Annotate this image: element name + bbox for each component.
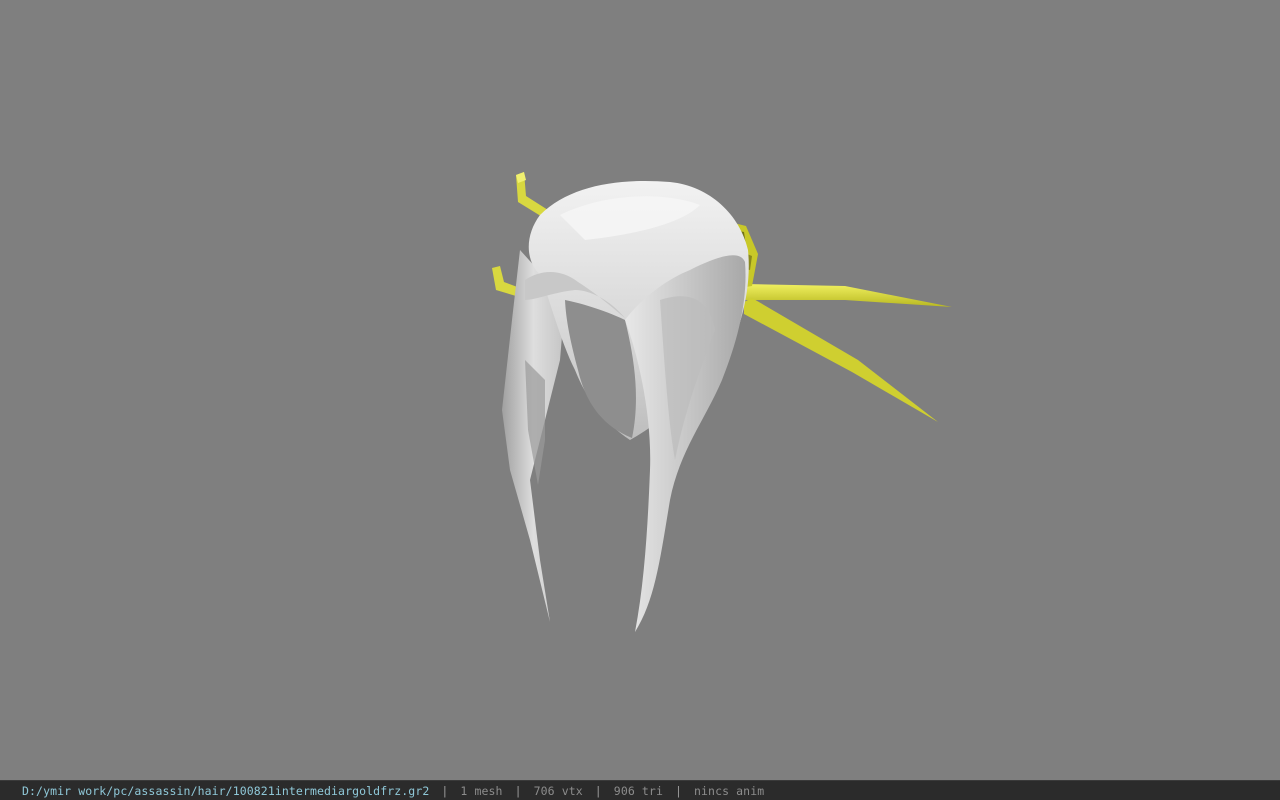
mesh-count: 1 mesh xyxy=(460,783,503,798)
hair-mesh xyxy=(502,180,749,632)
status-separator: | xyxy=(514,783,522,798)
status-separator: | xyxy=(674,783,682,798)
triangle-count: 906 tri xyxy=(613,783,663,798)
hairpin-right xyxy=(730,222,952,422)
hair-model-render xyxy=(492,172,952,632)
animation-status: nincs anim xyxy=(694,783,765,798)
vertex-count: 706 vtx xyxy=(533,783,583,798)
hairpin-upper xyxy=(516,172,548,218)
3d-viewport[interactable] xyxy=(0,0,1280,780)
status-separator: | xyxy=(441,783,449,798)
file-path: D:/ymir work/pc/assassin/hair/100821inte… xyxy=(22,783,430,798)
status-bar: D:/ymir work/pc/assassin/hair/100821inte… xyxy=(0,780,1280,800)
status-separator: | xyxy=(594,783,602,798)
